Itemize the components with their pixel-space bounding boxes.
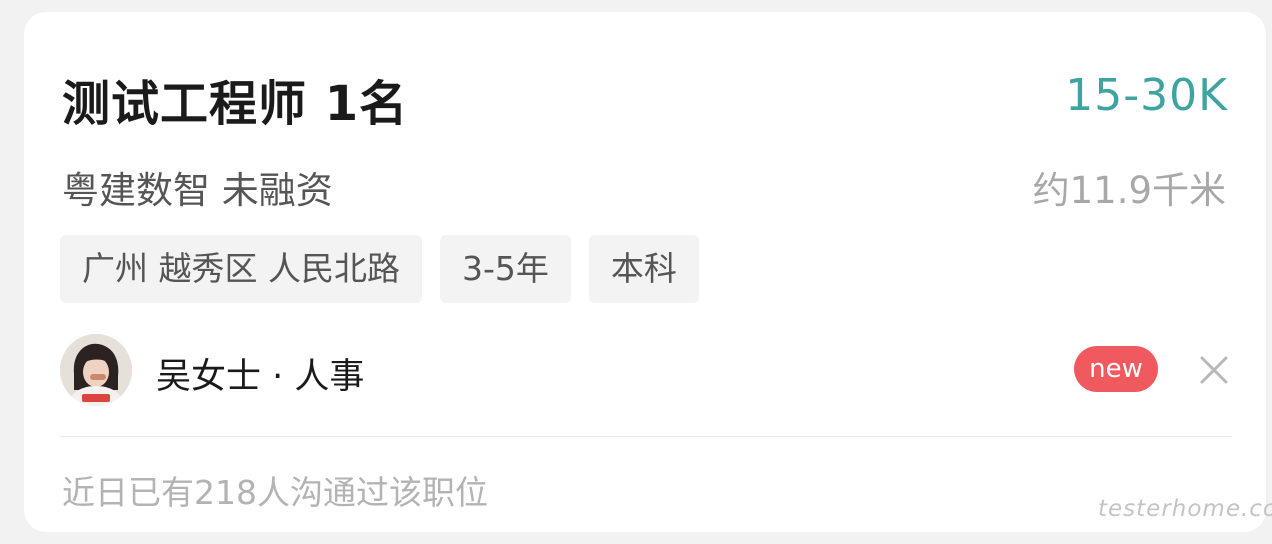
tag-experience: 3-5年 <box>439 235 571 303</box>
close-button[interactable] <box>1194 350 1234 390</box>
communication-count: 近日已有218人沟通过该职位 <box>62 473 488 512</box>
tag-education: 本科 <box>588 235 699 303</box>
recruiter-name: 吴女士 · 人事 <box>156 357 365 397</box>
avatar[interactable] <box>60 334 132 406</box>
distance: 约11.9千米 <box>1032 169 1226 212</box>
new-badge: new <box>1074 346 1158 392</box>
close-icon <box>1200 356 1228 384</box>
job-title: 测试工程师 1名 <box>62 76 409 132</box>
job-card[interactable]: 测试工程师 1名 15-30K 粤建数智 未融资 约11.9千米 广州 越秀区 … <box>24 12 1266 532</box>
job-tags: 广州 越秀区 人民北路 3-5年 本科 <box>60 235 699 303</box>
avatar-photo-icon <box>60 334 132 406</box>
salary-range: 15-30K <box>1065 70 1228 121</box>
tag-location: 广州 越秀区 人民北路 <box>60 235 422 303</box>
divider <box>60 436 1232 437</box>
watermark: testerhome.com <box>1098 496 1272 522</box>
company-info: 粤建数智 未融资 <box>62 169 333 212</box>
recruiter-row: 吴女士 · 人事 new <box>60 334 1232 406</box>
